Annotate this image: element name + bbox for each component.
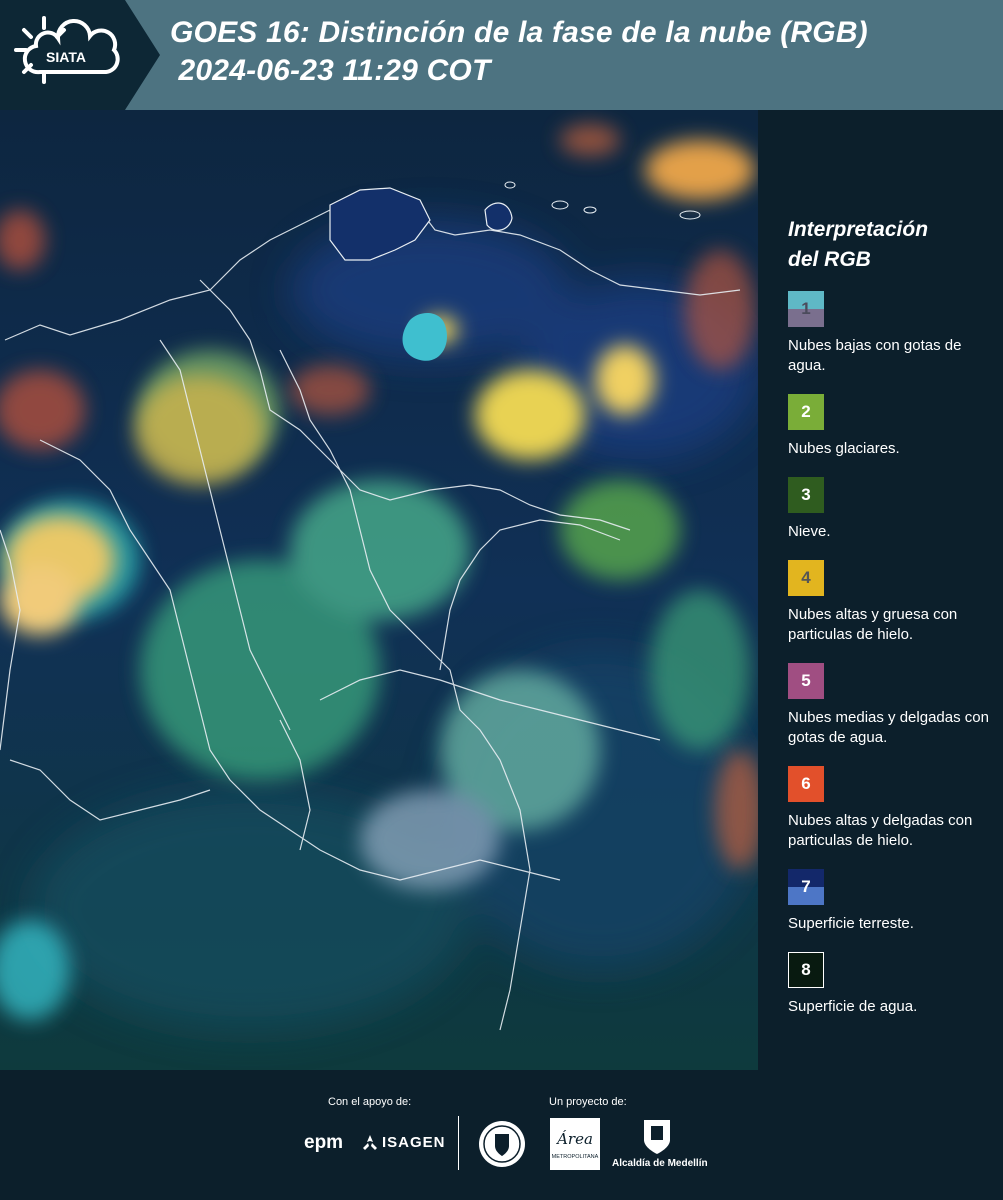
legend-swatch: 6 xyxy=(788,766,824,802)
legend-label: Superficie terreste. xyxy=(788,915,914,932)
legend-item-4: 4 Nubes altas y gruesa con particulas de… xyxy=(788,560,993,645)
support-label: Con el apoyo de: xyxy=(328,1096,412,1108)
footer: Con el apoyo de: Un proyecto de: epm ISA… xyxy=(0,1070,1003,1200)
alcaldia-shield-icon xyxy=(644,1120,670,1154)
legend-label: Superficie de agua. xyxy=(788,998,918,1015)
area-metropolitana-logo: Área METROPOLITANA xyxy=(550,1118,600,1170)
seal-icon xyxy=(479,1121,525,1167)
satellite-image xyxy=(0,110,758,1070)
project-label: Un proyecto de: xyxy=(549,1096,627,1108)
legend-label: Nubes altas y gruesa con particulas de h… xyxy=(788,606,958,643)
alcaldia-logo-text: Alcaldía de Medellín xyxy=(612,1158,708,1169)
legend-label: Nubes altas y delgadas con particulas de… xyxy=(788,812,973,849)
legend-item-7: 7 Superficie terreste. xyxy=(788,869,993,934)
legend-item-6: 6 Nubes altas y delgadas con particulas … xyxy=(788,766,993,851)
legend-item-8: 8 Superficie de agua. xyxy=(788,952,993,1017)
siata-logo: SIATA xyxy=(14,16,120,84)
legend: Interpretación del RGB 1 Nubes bajas con… xyxy=(788,215,993,1035)
legend-swatch: 2 xyxy=(788,394,824,430)
legend-label: Nubes glaciares. xyxy=(788,440,900,457)
legend-swatch: 3 xyxy=(788,477,824,513)
legend-swatch: 5 xyxy=(788,663,824,699)
epm-logo: epm xyxy=(304,1132,344,1153)
legend-swatch: 4 xyxy=(788,560,824,596)
svg-text:Área: Área xyxy=(555,1130,593,1148)
legend-title: Interpretación del RGB xyxy=(788,218,929,271)
legend-item-3: 3 Nieve. xyxy=(788,477,993,542)
satellite-map[interactable] xyxy=(0,110,758,1070)
legend-item-2: 2 Nubes glaciares. xyxy=(788,394,993,459)
legend-swatch: 1 xyxy=(788,291,824,327)
svg-text:SIATA: SIATA xyxy=(46,49,86,65)
legend-swatch: 8 xyxy=(788,952,824,988)
legend-item-5: 5 Nubes medias y delgadas con gotas de a… xyxy=(788,663,993,748)
legend-label: Nieve. xyxy=(788,523,831,540)
header: SIATA GOES 16: Distinción de la fase de … xyxy=(0,0,1003,110)
svg-text:METROPOLITANA: METROPOLITANA xyxy=(552,1154,599,1160)
legend-swatch: 7 xyxy=(788,869,824,905)
isagen-logo: ISAGEN xyxy=(382,1134,446,1151)
legend-item-1: 1 Nubes bajas con gotas de agua. xyxy=(788,291,993,376)
isagen-icon xyxy=(363,1135,377,1150)
legend-label: Nubes bajas con gotas de agua. xyxy=(788,337,962,374)
legend-label: Nubes medias y delgadas con gotas de agu… xyxy=(788,709,989,746)
footer-divider xyxy=(458,1116,459,1170)
page-title: GOES 16: Distinción de la fase de la nub… xyxy=(170,16,868,87)
